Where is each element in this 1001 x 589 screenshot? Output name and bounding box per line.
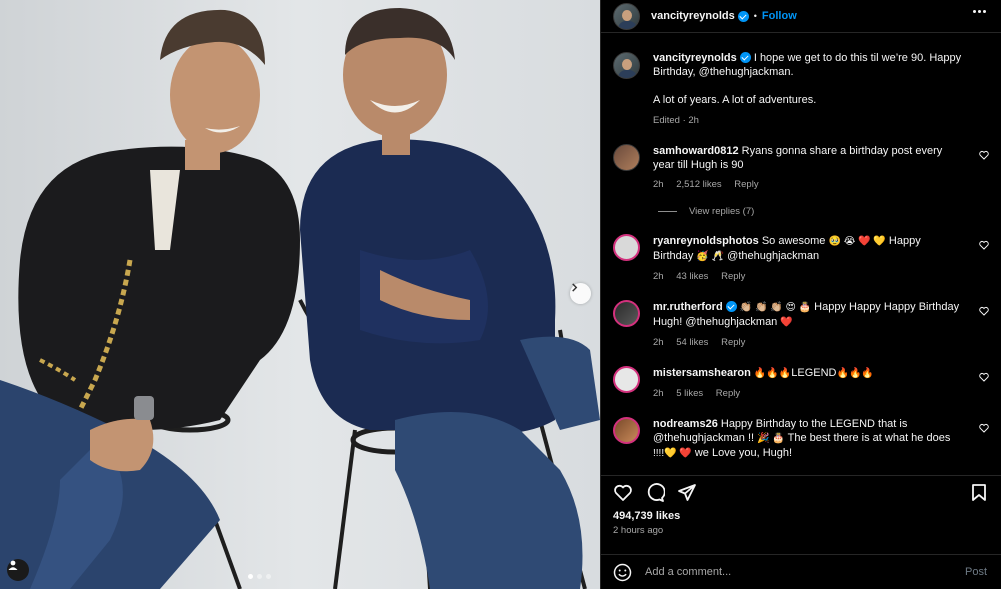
comment-username[interactable]: samhoward0812: [653, 145, 739, 157]
comment-time: 2h: [653, 388, 664, 399]
author-username[interactable]: vancityreynolds: [651, 10, 735, 22]
photo-illustration: [0, 0, 600, 589]
verified-badge-icon: [725, 301, 737, 312]
comment-text: LEGEND: [791, 367, 837, 379]
comment-username[interactable]: ryanreynoldsphotos: [653, 235, 759, 247]
comment-time: 2h: [653, 271, 664, 282]
comment-text: Happy Birthday to the LEGEND that is: [720, 418, 908, 430]
caption-text-line3: A lot of years. A lot of adventures.: [653, 94, 817, 106]
post-comment-button[interactable]: Post: [965, 566, 987, 578]
heart-icon[interactable]: [979, 150, 989, 160]
follow-button[interactable]: Follow: [762, 10, 797, 22]
verified-badge-icon: [739, 52, 751, 63]
comment-emoji: 🔥🔥🔥: [753, 368, 792, 379]
view-replies-label[interactable]: View replies (7): [689, 206, 754, 217]
caption: vancityreynolds I hope we get to do this…: [613, 52, 989, 128]
caption-text-line1: I hope we get to do this til we’re 90. H…: [753, 52, 962, 64]
comment-text: year till Hugh is 90: [653, 159, 744, 171]
reply-button[interactable]: Reply: [721, 271, 745, 282]
comment-icon[interactable]: [645, 482, 665, 502]
comment-emoji: 🎉 🎂: [757, 433, 785, 444]
comment-emoji: 👏🏼 👏🏼 👏🏼 😍 🎂: [739, 302, 812, 313]
heart-icon[interactable]: [979, 306, 989, 316]
comment-username[interactable]: mr.rutherford: [653, 301, 723, 313]
comment-emoji: ❤️: [780, 317, 793, 328]
comment-likes[interactable]: 5 likes: [676, 388, 703, 399]
reply-divider: [658, 211, 677, 212]
instagram-post-view: vancityreynolds • Follow vancityreynolds…: [0, 0, 1001, 589]
reply-button[interactable]: Reply: [734, 179, 758, 190]
comment-likes[interactable]: 54 likes: [676, 337, 708, 348]
author-avatar[interactable]: [613, 52, 640, 79]
comment-input[interactable]: [645, 566, 935, 578]
bookmark-icon[interactable]: [971, 483, 987, 502]
author-avatar[interactable]: [613, 2, 640, 30]
carousel-indicator: [248, 574, 271, 579]
verified-badge-icon: [737, 10, 749, 22]
chevron-right-icon: [572, 283, 578, 292]
comment-item: mr.rutherford 👏🏼 👏🏼 👏🏼 😍 🎂 Happy Happy H…: [613, 300, 989, 350]
separator-dot: •: [753, 11, 757, 21]
comment-username[interactable]: nodreams26: [653, 418, 718, 430]
share-icon[interactable]: [677, 483, 697, 502]
tagged-users-button[interactable]: [7, 559, 29, 581]
post-photo[interactable]: [0, 0, 600, 589]
commenter-avatar[interactable]: [613, 144, 640, 171]
post-timestamp: 2 hours ago: [613, 525, 664, 536]
like-count[interactable]: 494,739 likes: [601, 508, 1001, 524]
comment-text: @thehughjackman: [727, 250, 820, 262]
post-side-panel: vancityreynolds • Follow vancityreynolds…: [600, 0, 1001, 589]
comment-item: nodreams26 Happy Birthday to the LEGEND …: [613, 417, 989, 461]
smiley-icon[interactable]: [613, 563, 632, 582]
comment-likes[interactable]: 2,512 likes: [676, 179, 721, 190]
comment-text: Happy Happy Happy Birthday: [814, 301, 960, 313]
comment-text: Hugh! @thehughjackman: [653, 316, 778, 328]
carousel-dot: [266, 574, 271, 579]
comment-item: ryanreynoldsphotos So awesome 🥹 😭 ❤️ 💛 H…: [613, 234, 989, 284]
comment-text: The best there is at what he does: [787, 432, 951, 444]
comments-list[interactable]: vancityreynolds I hope we get to do this…: [601, 33, 1001, 467]
more-options-icon[interactable]: [973, 10, 986, 13]
comment-text: we Love you, Hugh!: [694, 447, 793, 459]
comment-likes[interactable]: 43 likes: [676, 271, 708, 282]
user-tag-icon: [8, 560, 18, 570]
comment-text: Happy: [888, 235, 921, 247]
comment-text: Ryans gonna share a birthday post every: [741, 145, 943, 157]
comment-item: samhoward0812 Ryans gonna share a birthd…: [613, 144, 989, 192]
post-header: vancityreynolds • Follow: [601, 0, 1001, 33]
comment-emoji: 🥳 🥂: [696, 251, 725, 262]
reply-button[interactable]: Reply: [716, 388, 740, 399]
add-comment-bar: Post: [601, 554, 1001, 589]
comment-emoji: 🥹 😭 ❤️ 💛: [828, 236, 886, 247]
heart-icon[interactable]: [613, 483, 633, 502]
comment-text: @thehughjackman !!: [653, 432, 755, 444]
commenter-avatar[interactable]: [613, 300, 640, 327]
heart-icon[interactable]: [979, 240, 989, 250]
comment-emoji: !!!!💛 ❤️: [653, 448, 692, 459]
action-bar: [601, 475, 1001, 508]
heart-icon[interactable]: [979, 423, 989, 433]
heart-icon[interactable]: [979, 372, 989, 382]
commenter-avatar[interactable]: [613, 234, 640, 261]
comment-username[interactable]: mistersamshearon: [653, 367, 751, 379]
carousel-dot: [257, 574, 262, 579]
commenter-avatar[interactable]: [613, 366, 640, 393]
carousel-dot: [248, 574, 253, 579]
reply-button[interactable]: Reply: [721, 337, 745, 348]
caption-username[interactable]: vancityreynolds: [653, 52, 737, 64]
comment-item: mistersamshearon 🔥🔥🔥LEGEND🔥🔥🔥 2h 5 likes…: [613, 366, 989, 401]
comment-text: Birthday: [653, 250, 694, 262]
caption-text-line2: Birthday, @thehughjackman.: [653, 66, 794, 78]
comment-emoji: 🔥🔥🔥: [836, 368, 874, 379]
comment-text: So awesome: [761, 235, 826, 247]
view-replies-button[interactable]: View replies (7): [658, 206, 989, 217]
comment-time: 2h: [653, 337, 664, 348]
next-photo-button[interactable]: [570, 283, 591, 304]
caption-meta: Edited · 2h: [653, 115, 699, 126]
comment-time: 2h: [653, 179, 664, 190]
commenter-avatar[interactable]: [613, 417, 640, 444]
